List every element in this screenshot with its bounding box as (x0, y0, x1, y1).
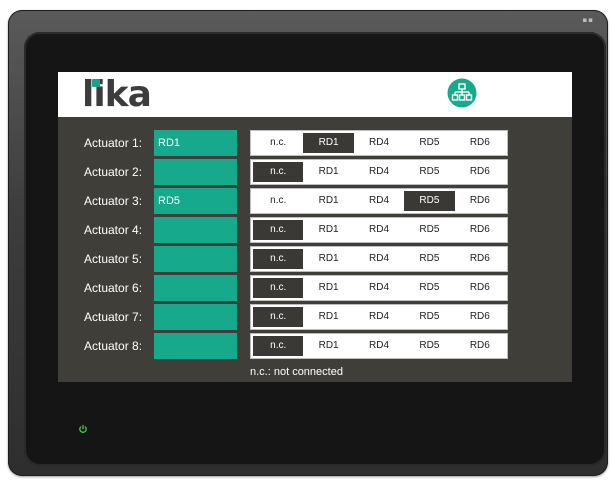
reader-selector: n.c. RD1 RD4 RD5 RD6 (253, 249, 506, 269)
actuator-label: Actuator 2: (84, 165, 143, 179)
option-button-rd4[interactable]: RD4 (353, 220, 405, 240)
reader-selector: n.c. RD1 RD4 RD5 RD6 (253, 307, 506, 327)
option-button-rd6[interactable]: RD6 (454, 249, 506, 269)
reader-selector: n.c. RD1 RD4 RD5 RD6 (253, 191, 506, 211)
option-button-rd6[interactable]: RD6 (454, 307, 506, 327)
option-button-rd1[interactable]: RD1 (303, 278, 354, 298)
option-button-rd5[interactable]: RD5 (404, 307, 455, 327)
option-button-rd1[interactable]: RD1 (303, 133, 354, 153)
option-button-rd6[interactable]: RD6 (454, 278, 506, 298)
option-button-rd4[interactable]: RD4 (353, 307, 405, 327)
option-button-rd4[interactable]: RD4 (353, 278, 405, 298)
option-button-rd4[interactable]: RD4 (353, 336, 405, 356)
option-button-nc[interactable]: n.c. (253, 249, 304, 269)
option-button-rd5[interactable]: RD5 (404, 336, 455, 356)
option-button-rd6[interactable]: RD6 (454, 220, 506, 240)
corner-indicator: ▪▪ (582, 16, 594, 24)
actuator-value-field[interactable] (154, 275, 237, 301)
reader-selector: n.c. RD1 RD4 RD5 RD6 (253, 336, 506, 356)
actuator-row: Actuator 6: n.c. RD1 RD4 RD5 RD6 (58, 275, 572, 301)
option-button-rd4[interactable]: RD4 (353, 133, 405, 153)
hmi-screen: lika Actuator 1: RD1 n.c. RD1 RD4 RD5 RD6 Actua… (58, 72, 572, 382)
option-button-rd5[interactable]: RD5 (404, 278, 455, 298)
option-button-rd6[interactable]: RD6 (454, 133, 506, 153)
actuator-label: Actuator 3: (84, 194, 143, 208)
actuator-value-field[interactable] (154, 333, 237, 359)
option-button-nc[interactable]: n.c. (253, 220, 304, 240)
actuator-label: Actuator 8: (84, 339, 143, 353)
reader-selector: n.c. RD1 RD4 RD5 RD6 (253, 162, 506, 182)
option-button-rd5[interactable]: RD5 (404, 162, 455, 182)
option-button-rd1[interactable]: RD1 (303, 162, 354, 182)
option-button-nc[interactable]: n.c. (253, 191, 304, 211)
option-button-rd1[interactable]: RD1 (303, 307, 354, 327)
option-button-rd6[interactable]: RD6 (454, 336, 506, 356)
option-button-rd4[interactable]: RD4 (353, 191, 405, 211)
actuator-row: Actuator 7: n.c. RD1 RD4 RD5 RD6 (58, 304, 572, 330)
actuator-row: Actuator 4: n.c. RD1 RD4 RD5 RD6 (58, 217, 572, 243)
actuator-row: Actuator 5: n.c. RD1 RD4 RD5 RD6 (58, 246, 572, 272)
actuator-label: Actuator 7: (84, 310, 143, 324)
actuator-row: Actuator 3: RD5 n.c. RD1 RD4 RD5 RD6 (58, 188, 572, 214)
option-button-rd4[interactable]: RD4 (353, 249, 405, 269)
reader-selector: n.c. RD1 RD4 RD5 RD6 (253, 220, 506, 240)
actuator-value-field[interactable] (154, 159, 237, 185)
option-button-rd6[interactable]: RD6 (454, 162, 506, 182)
network-icon[interactable] (447, 78, 477, 108)
option-button-rd1[interactable]: RD1 (303, 191, 354, 211)
logo-dot (92, 79, 100, 87)
actuator-row: Actuator 2: n.c. RD1 RD4 RD5 RD6 (58, 159, 572, 185)
actuator-value-field[interactable] (154, 217, 237, 243)
actuator-label: Actuator 6: (84, 281, 143, 295)
option-button-nc[interactable]: n.c. (253, 162, 304, 182)
actuator-row: Actuator 1: RD1 n.c. RD1 RD4 RD5 RD6 (58, 130, 572, 156)
option-button-nc[interactable]: n.c. (253, 133, 304, 153)
actuator-value-field[interactable] (154, 246, 237, 272)
actuator-value-field[interactable]: RD5 (154, 188, 237, 214)
option-button-rd5[interactable]: RD5 (404, 249, 455, 269)
footnote: n.c.: not connected (250, 366, 343, 378)
power-icon (79, 425, 87, 433)
actuator-value-field[interactable]: RD1 (154, 130, 237, 156)
actuator-value-field[interactable] (154, 304, 237, 330)
option-button-rd5[interactable]: RD5 (404, 133, 455, 153)
option-button-rd5[interactable]: RD5 (404, 191, 455, 211)
option-button-nc[interactable]: n.c. (253, 278, 304, 298)
option-button-rd1[interactable]: RD1 (303, 249, 354, 269)
actuator-label: Actuator 1: (84, 136, 143, 150)
reader-selector: n.c. RD1 RD4 RD5 RD6 (253, 133, 506, 153)
header-bar: lika (58, 72, 572, 117)
actuator-row: Actuator 8: n.c. RD1 RD4 RD5 RD6 (58, 333, 572, 359)
reader-selector: n.c. RD1 RD4 RD5 RD6 (253, 278, 506, 298)
option-button-nc[interactable]: n.c. (253, 336, 304, 356)
actuator-label: Actuator 5: (84, 252, 143, 266)
option-button-rd6[interactable]: RD6 (454, 191, 506, 211)
option-button-rd4[interactable]: RD4 (353, 162, 405, 182)
option-button-rd5[interactable]: RD5 (404, 220, 455, 240)
option-button-rd1[interactable]: RD1 (303, 220, 354, 240)
actuator-label: Actuator 4: (84, 223, 143, 237)
option-button-rd1[interactable]: RD1 (303, 336, 354, 356)
option-button-nc[interactable]: n.c. (253, 307, 304, 327)
